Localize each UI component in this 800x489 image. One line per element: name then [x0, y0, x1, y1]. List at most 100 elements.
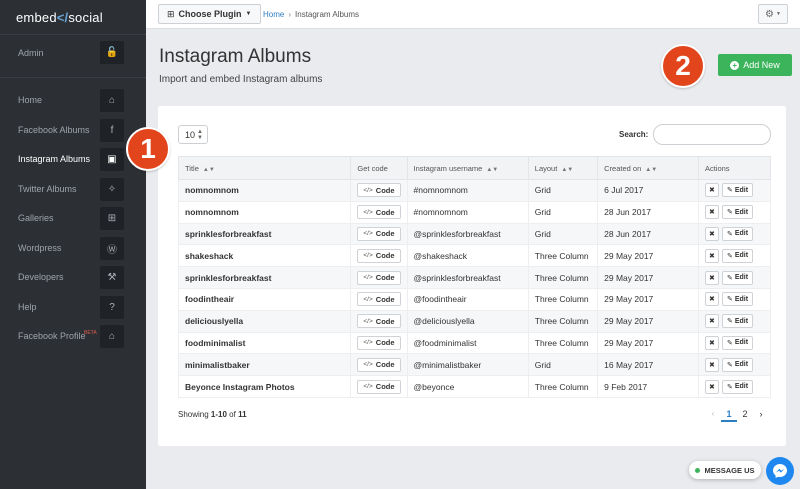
column-header-layout[interactable]: Layout ▲▼ [527, 156, 599, 180]
created-on-cell: 29 May 2017 [597, 287, 699, 311]
next-page-icon[interactable]: › [753, 406, 769, 422]
album-title[interactable]: foodintheair [177, 287, 352, 311]
table-row: minimalistbaker </> Code @minimalistbaker Gr… [177, 353, 772, 377]
delete-button[interactable]: ✖ [704, 183, 719, 198]
code-icon: </> [363, 317, 373, 325]
album-title[interactable]: minimalistbaker [177, 353, 352, 377]
pencil-icon: ✎ [726, 383, 733, 391]
get-code-button[interactable]: </> Code [357, 292, 401, 307]
prev-page-icon[interactable]: ‹ [705, 406, 721, 422]
delete-button[interactable]: ✖ [704, 292, 719, 307]
get-code-button[interactable]: </> Code [357, 357, 401, 372]
column-header-title[interactable]: Title ▲▼ [177, 156, 352, 180]
sidebar-item-label: Admin [18, 48, 44, 58]
album-title[interactable]: Beyonce Instagram Photos [177, 375, 352, 398]
get-code-button[interactable]: </> Code [357, 379, 401, 394]
edit-button[interactable]: ✎ Edit [721, 292, 754, 307]
layout-cell: Three Column [527, 266, 599, 289]
code-icon: </> [363, 208, 373, 216]
get-code-button[interactable]: </> Code [357, 335, 401, 350]
instagram-username: #nomnomnom [406, 200, 529, 224]
breadcrumb-home-link[interactable]: Home [263, 10, 284, 19]
sidebar-item-instagram-albums[interactable]: Instagram Albums ▣ [0, 145, 146, 175]
delete-button[interactable]: ✖ [704, 205, 719, 220]
instagram-icon: ▣ [100, 148, 124, 171]
add-new-button[interactable]: + Add New [718, 54, 792, 76]
table-row: nomnomnom </> Code #nomnomnom Grid 28 Jun 201… [177, 200, 772, 224]
message-us-button[interactable]: MESSAGE US [689, 461, 761, 479]
sort-icon: ▲▼ [202, 166, 215, 173]
get-code-button[interactable]: </> Code [357, 248, 401, 263]
settings-button[interactable]: ⚙ ▼ [758, 4, 788, 24]
user-icon: ⌂ [100, 325, 124, 348]
get-code-button[interactable]: </> Code [357, 270, 401, 285]
unlock-icon: 🔓 [100, 41, 124, 64]
get-code-cell: </> Code [350, 266, 408, 289]
page-2-link[interactable]: 2 [737, 406, 753, 422]
album-title[interactable]: nomnomnom [177, 200, 352, 224]
album-title[interactable]: nomnomnom [177, 179, 352, 202]
column-header-username[interactable]: Instagram username ▲▼ [406, 156, 529, 180]
delete-button[interactable]: ✖ [704, 357, 719, 372]
sidebar-item-label: Facebook Albums [18, 124, 90, 135]
album-title[interactable]: deliciouslyella [177, 309, 352, 333]
get-code-button[interactable]: </> Code [357, 226, 401, 241]
edit-button[interactable]: ✎ Edit [721, 205, 754, 220]
created-on-cell: 28 Jun 2017 [597, 200, 699, 224]
messenger-icon[interactable] [766, 457, 794, 485]
created-on-cell: 9 Feb 2017 [597, 375, 699, 398]
logo-text-b: social [68, 10, 103, 25]
actions-cell: ✖ ✎ Edit [697, 200, 772, 224]
close-icon: ✖ [709, 318, 715, 326]
page-size-select[interactable]: 10 ▲ ▼ [178, 125, 208, 144]
get-code-cell: </> Code [350, 287, 408, 311]
layout-cell: Grid [527, 200, 599, 224]
get-code-button[interactable]: </> Code [357, 314, 401, 329]
edit-button[interactable]: ✎ Edit [721, 335, 754, 350]
album-title[interactable]: foodminimalist [177, 331, 352, 355]
delete-button[interactable]: ✖ [704, 314, 719, 329]
album-title[interactable]: sprinklesforbreakfast [177, 266, 352, 289]
album-title[interactable]: shakeshack [177, 244, 352, 268]
edit-button[interactable]: ✎ Edit [721, 183, 754, 198]
get-code-button[interactable]: </> Code [357, 183, 401, 198]
actions-cell: ✖ ✎ Edit [697, 353, 772, 377]
sidebar-item-home[interactable]: Home ⌂ [0, 86, 146, 116]
sidebar-item-facebook-albums[interactable]: Facebook Albums f [0, 116, 146, 146]
choose-plugin-button[interactable]: ⊞ Choose Plugin ▼ [158, 4, 261, 24]
sidebar-item-twitter-albums[interactable]: Twitter Albums ✧ [0, 175, 146, 205]
search-input[interactable] [653, 124, 771, 145]
edit-button[interactable]: ✎ Edit [721, 248, 754, 263]
get-code-button[interactable]: </> Code [357, 205, 401, 220]
sidebar-item-help[interactable]: Help? [0, 293, 146, 323]
column-header-created-on[interactable]: Created on ▲▼ [597, 156, 699, 180]
choose-plugin-label: Choose Plugin [178, 9, 242, 19]
code-icon: </> [363, 274, 373, 282]
edit-button[interactable]: ✎ Edit [721, 379, 754, 394]
album-title[interactable]: sprinklesforbreakfast [177, 222, 352, 246]
delete-button[interactable]: ✖ [704, 270, 719, 285]
page-1-link[interactable]: 1 [721, 406, 737, 422]
sidebar-item-galleries[interactable]: Galleries ⊞ [0, 204, 146, 234]
delete-button[interactable]: ✖ [704, 226, 719, 241]
sidebar-item-facebook-profile[interactable]: Facebook Profile BETA ⌂ [0, 322, 146, 352]
sidebar-item-label: Home [18, 95, 43, 105]
edit-button[interactable]: ✎ Edit [721, 226, 754, 241]
delete-button[interactable]: ✖ [704, 335, 719, 350]
delete-button[interactable]: ✖ [704, 248, 719, 263]
breadcrumb: Home › Instagram Albums [263, 10, 359, 19]
logo[interactable]: embed</social [0, 0, 146, 34]
edit-button[interactable]: ✎ Edit [721, 357, 754, 372]
sidebar-item-label: Twitter Albums [18, 183, 77, 194]
created-on-cell: 29 May 2017 [597, 331, 699, 355]
edit-button[interactable]: ✎ Edit [721, 314, 754, 329]
sidebar-item-label: Developers [18, 272, 64, 282]
code-icon: </> [363, 339, 373, 347]
table-row: shakeshack </> Code @shakeshack Three Column… [177, 244, 772, 268]
edit-button[interactable]: ✎ Edit [721, 270, 754, 285]
table-body: nomnomnom </> Code #nomnomnom Grid 6 Jul 2017… [177, 179, 772, 398]
sidebar-item-wordpress[interactable]: Wordpress Ⓦ [0, 234, 146, 264]
sidebar-item-developers[interactable]: Developers ⚒ [0, 263, 146, 293]
sidebar-item-admin[interactable]: Admin 🔓 [0, 35, 146, 71]
delete-button[interactable]: ✖ [704, 379, 719, 394]
